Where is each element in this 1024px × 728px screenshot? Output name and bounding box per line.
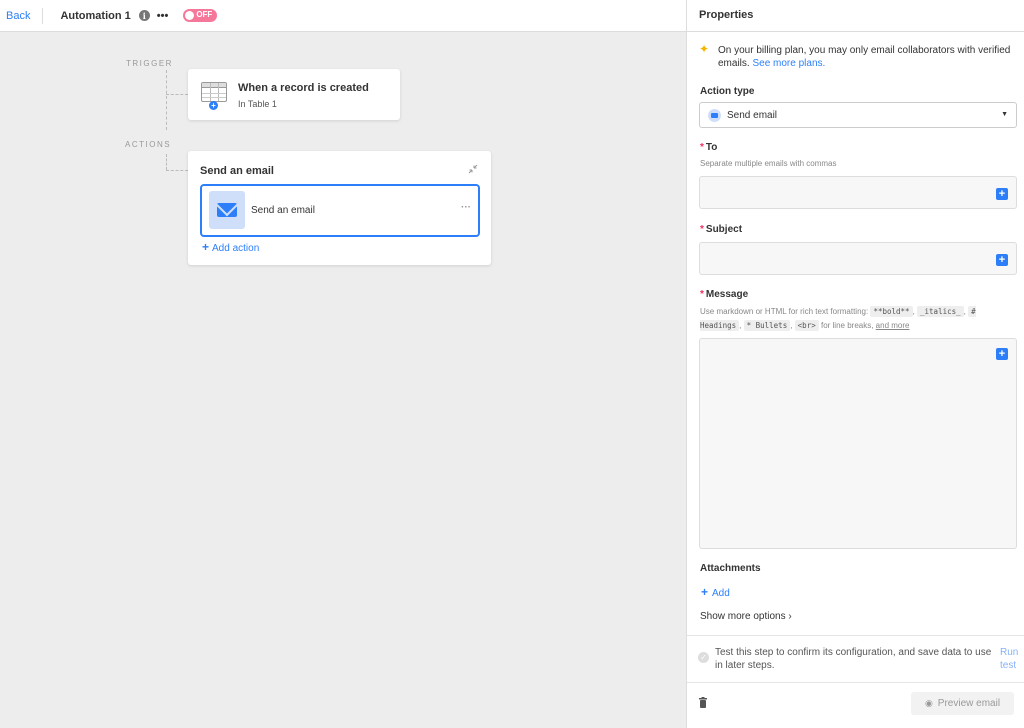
action-group-card: Send an email Send an email ··· + Add act… [188, 151, 491, 265]
trash-icon[interactable] [699, 697, 707, 711]
properties-panel: Properties ✦ On your billing plan, you m… [686, 0, 1024, 728]
plus-icon: + [209, 101, 218, 110]
top-bar: Back Automation 1 i ••• OFF [0, 0, 686, 32]
insert-field-icon[interactable]: + [996, 254, 1008, 266]
add-attachment-button[interactable]: + Add [701, 585, 730, 599]
toggle-state: OFF [196, 10, 213, 19]
connector-line [166, 154, 167, 170]
panel-title: Properties [687, 0, 1024, 32]
more-options-icon[interactable]: ••• [157, 10, 169, 22]
trigger-section-label: TRIGGER [126, 59, 173, 68]
action-type-value: Send email [727, 110, 778, 121]
connector-line [166, 170, 188, 171]
plus-icon: + [701, 585, 709, 599]
insert-field-icon[interactable]: + [996, 188, 1008, 200]
add-action-label: Add action [212, 243, 260, 254]
info-icon[interactable]: i [138, 10, 150, 21]
to-input[interactable]: + [699, 176, 1017, 209]
connector-line [166, 70, 167, 130]
trigger-subtitle: In Table 1 [238, 99, 277, 109]
email-icon [209, 191, 245, 229]
send-email-step[interactable]: Send an email ··· [200, 184, 480, 237]
run-test-button[interactable]: Run test [1000, 646, 1022, 672]
back-button[interactable]: Back [6, 10, 30, 22]
to-hint: Separate multiple emails with commas [700, 159, 837, 168]
attachments-label: Attachments [700, 563, 761, 574]
sparkle-icon: ✦ [699, 42, 710, 56]
table-icon [201, 82, 227, 102]
divider [42, 7, 44, 24]
collapse-icon[interactable] [467, 163, 479, 175]
action-group-title: Send an email [200, 165, 274, 177]
subject-label: * Subject [700, 224, 743, 235]
chevron-right-icon: › [788, 611, 792, 622]
test-step-text: Test this step to confirm its configurat… [715, 647, 992, 671]
message-input[interactable]: + [699, 338, 1017, 549]
divider [687, 635, 1024, 636]
automation-name[interactable]: Automation 1 [60, 10, 130, 22]
divider [687, 682, 1024, 683]
caret-down-icon: ▼ [1001, 111, 1008, 118]
automation-canvas: TRIGGER ACTIONS + When a record is creat… [0, 32, 686, 728]
step-label: Send an email [251, 205, 315, 216]
insert-field-icon[interactable]: + [996, 348, 1008, 360]
actions-section-label: ACTIONS [125, 140, 172, 149]
subject-input[interactable]: + [699, 242, 1017, 275]
plus-icon: + [202, 240, 210, 254]
automation-toggle[interactable]: OFF [183, 9, 218, 22]
email-icon [708, 109, 721, 122]
check-icon: ✓ [698, 652, 709, 663]
action-type-label: Action type [700, 86, 755, 97]
message-hint: Use markdown or HTML for rich text forma… [700, 306, 976, 331]
message-label: * Message [700, 289, 749, 300]
step-more-icon[interactable]: ··· [461, 202, 471, 213]
preview-email-button[interactable]: ◉ Preview email [911, 692, 1014, 715]
add-action-button[interactable]: + Add action [202, 240, 259, 254]
connector-line [166, 94, 188, 95]
show-more-options-button[interactable]: Show more options › [700, 611, 792, 622]
eye-icon: ◉ [924, 698, 933, 708]
toggle-knob [185, 11, 195, 20]
trigger-title: When a record is created [238, 82, 369, 94]
action-type-select[interactable]: Send email ▼ [699, 102, 1017, 128]
billing-notice: ✦ On your billing plan, you may only ema… [699, 42, 1017, 70]
and-more-link[interactable]: and more [876, 321, 910, 330]
trigger-card[interactable]: + When a record is created In Table 1 [188, 69, 400, 120]
see-more-plans-link[interactable]: See more plans. [752, 58, 825, 69]
to-label: * To [700, 142, 718, 153]
